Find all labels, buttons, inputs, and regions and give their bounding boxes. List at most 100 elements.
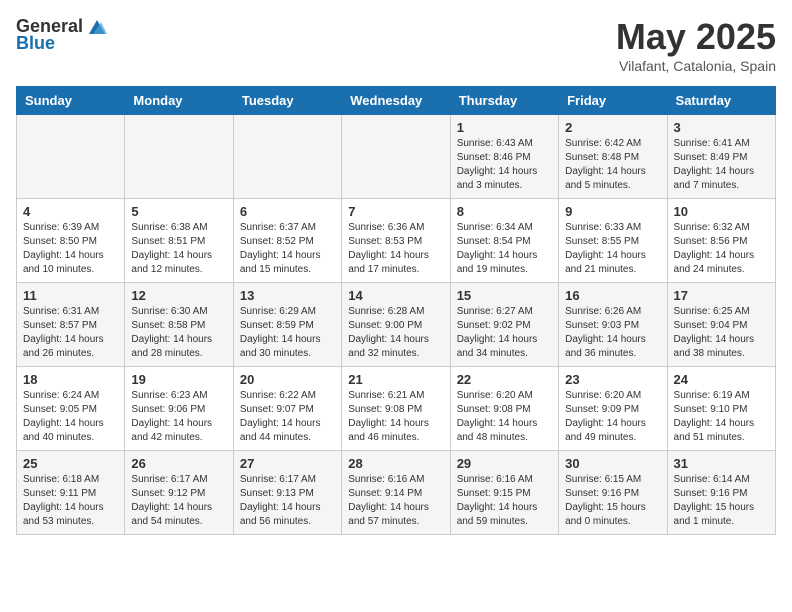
day-number: 21: [348, 372, 443, 387]
day-info: Sunrise: 6:23 AM Sunset: 9:06 PM Dayligh…: [131, 389, 226, 445]
day-info: Sunrise: 6:22 AM Sunset: 9:07 PM Dayligh…: [240, 389, 335, 445]
day-number: 30: [565, 456, 660, 471]
logo-blue-text: Blue: [16, 33, 55, 54]
day-info: Sunrise: 6:24 AM Sunset: 9:05 PM Dayligh…: [23, 389, 118, 445]
day-number: 1: [457, 120, 552, 135]
day-number: 26: [131, 456, 226, 471]
day-info: Sunrise: 6:29 AM Sunset: 8:59 PM Dayligh…: [240, 305, 335, 361]
calendar-cell: 16 Sunrise: 6:26 AM Sunset: 9:03 PM Dayli…: [559, 283, 667, 367]
day-info: Sunrise: 6:33 AM Sunset: 8:55 PM Dayligh…: [565, 221, 660, 277]
day-number: 27: [240, 456, 335, 471]
day-number: 18: [23, 372, 118, 387]
weekday-header-saturday: Saturday: [667, 87, 775, 115]
weekday-header-monday: Monday: [125, 87, 233, 115]
day-info: Sunrise: 6:21 AM Sunset: 9:08 PM Dayligh…: [348, 389, 443, 445]
calendar-cell: 9 Sunrise: 6:33 AM Sunset: 8:55 PM Daylig…: [559, 199, 667, 283]
day-info: Sunrise: 6:28 AM Sunset: 9:00 PM Dayligh…: [348, 305, 443, 361]
day-info: Sunrise: 6:42 AM Sunset: 8:48 PM Dayligh…: [565, 137, 660, 193]
weekday-header-row: SundayMondayTuesdayWednesdayThursdayFrid…: [17, 87, 776, 115]
calendar-cell: 14 Sunrise: 6:28 AM Sunset: 9:00 PM Dayli…: [342, 283, 450, 367]
logo-icon: [85, 18, 107, 36]
calendar-cell: 20 Sunrise: 6:22 AM Sunset: 9:07 PM Dayli…: [233, 367, 341, 451]
day-info: Sunrise: 6:37 AM Sunset: 8:52 PM Dayligh…: [240, 221, 335, 277]
title-block: May 2025 Vilafant, Catalonia, Spain: [616, 16, 776, 74]
calendar-table: SundayMondayTuesdayWednesdayThursdayFrid…: [16, 86, 776, 535]
day-info: Sunrise: 6:32 AM Sunset: 8:56 PM Dayligh…: [674, 221, 769, 277]
calendar-cell: 4Sunrise: 6:39 AM Sunset: 8:50 PM Daylig…: [17, 199, 125, 283]
calendar-cell: [125, 115, 233, 199]
day-number: 12: [131, 288, 226, 303]
day-info: Sunrise: 6:36 AM Sunset: 8:53 PM Dayligh…: [348, 221, 443, 277]
day-number: 19: [131, 372, 226, 387]
day-info: Sunrise: 6:18 AM Sunset: 9:11 PM Dayligh…: [23, 473, 118, 529]
calendar-cell: 1 Sunrise: 6:43 AM Sunset: 8:46 PM Daylig…: [450, 115, 558, 199]
day-info: Sunrise: 6:27 AM Sunset: 9:02 PM Dayligh…: [457, 305, 552, 361]
day-number: 9: [565, 204, 660, 219]
day-info: Sunrise: 6:34 AM Sunset: 8:54 PM Dayligh…: [457, 221, 552, 277]
day-number: 20: [240, 372, 335, 387]
calendar-cell: 7 Sunrise: 6:36 AM Sunset: 8:53 PM Daylig…: [342, 199, 450, 283]
day-number: 3: [674, 120, 769, 135]
calendar-cell: 25 Sunrise: 6:18 AM Sunset: 9:11 PM Dayli…: [17, 451, 125, 535]
day-info: Sunrise: 6:17 AM Sunset: 9:13 PM Dayligh…: [240, 473, 335, 529]
day-number: 29: [457, 456, 552, 471]
day-info: Sunrise: 6:17 AM Sunset: 9:12 PM Dayligh…: [131, 473, 226, 529]
day-number: 22: [457, 372, 552, 387]
calendar-week-row: 11 Sunrise: 6:31 AM Sunset: 8:57 PM Dayli…: [17, 283, 776, 367]
calendar-cell: 13 Sunrise: 6:29 AM Sunset: 8:59 PM Dayli…: [233, 283, 341, 367]
day-number: 4: [23, 204, 118, 219]
day-number: 5: [131, 204, 226, 219]
day-number: 31: [674, 456, 769, 471]
calendar-cell: 29 Sunrise: 6:16 AM Sunset: 9:15 PM Dayli…: [450, 451, 558, 535]
day-info: Sunrise: 6:26 AM Sunset: 9:03 PM Dayligh…: [565, 305, 660, 361]
calendar-cell: 27 Sunrise: 6:17 AM Sunset: 9:13 PM Dayli…: [233, 451, 341, 535]
day-number: 17: [674, 288, 769, 303]
day-number: 24: [674, 372, 769, 387]
day-info: Sunrise: 6:38 AM Sunset: 8:51 PM Dayligh…: [131, 221, 226, 277]
day-number: 15: [457, 288, 552, 303]
calendar-cell: 2 Sunrise: 6:42 AM Sunset: 8:48 PM Daylig…: [559, 115, 667, 199]
day-number: 7: [348, 204, 443, 219]
day-number: 23: [565, 372, 660, 387]
calendar-cell: [17, 115, 125, 199]
day-number: 13: [240, 288, 335, 303]
calendar-cell: 24 Sunrise: 6:19 AM Sunset: 9:10 PM Dayli…: [667, 367, 775, 451]
calendar-cell: 22Sunrise: 6:20 AM Sunset: 9:08 PM Dayli…: [450, 367, 558, 451]
weekday-header-friday: Friday: [559, 87, 667, 115]
day-number: 11: [23, 288, 118, 303]
day-info: Sunrise: 6:25 AM Sunset: 9:04 PM Dayligh…: [674, 305, 769, 361]
calendar-cell: [233, 115, 341, 199]
location-subtitle: Vilafant, Catalonia, Spain: [616, 58, 776, 74]
calendar-cell: 8Sunrise: 6:34 AM Sunset: 8:54 PM Daylig…: [450, 199, 558, 283]
weekday-header-thursday: Thursday: [450, 87, 558, 115]
calendar-cell: 23Sunrise: 6:20 AM Sunset: 9:09 PM Dayli…: [559, 367, 667, 451]
calendar-cell: 15 Sunrise: 6:27 AM Sunset: 9:02 PM Dayli…: [450, 283, 558, 367]
calendar-cell: 5 Sunrise: 6:38 AM Sunset: 8:51 PM Daylig…: [125, 199, 233, 283]
calendar-cell: 6 Sunrise: 6:37 AM Sunset: 8:52 PM Daylig…: [233, 199, 341, 283]
calendar-cell: 31 Sunrise: 6:14 AM Sunset: 9:16 PM Dayli…: [667, 451, 775, 535]
day-number: 2: [565, 120, 660, 135]
calendar-week-row: 25 Sunrise: 6:18 AM Sunset: 9:11 PM Dayli…: [17, 451, 776, 535]
day-info: Sunrise: 6:16 AM Sunset: 9:15 PM Dayligh…: [457, 473, 552, 529]
day-number: 25: [23, 456, 118, 471]
day-info: Sunrise: 6:16 AM Sunset: 9:14 PM Dayligh…: [348, 473, 443, 529]
calendar-cell: 21 Sunrise: 6:21 AM Sunset: 9:08 PM Dayli…: [342, 367, 450, 451]
day-info: Sunrise: 6:14 AM Sunset: 9:16 PM Dayligh…: [674, 473, 769, 529]
day-number: 28: [348, 456, 443, 471]
day-info: Sunrise: 6:30 AM Sunset: 8:58 PM Dayligh…: [131, 305, 226, 361]
calendar-cell: 30Sunrise: 6:15 AM Sunset: 9:16 PM Dayli…: [559, 451, 667, 535]
day-info: Sunrise: 6:19 AM Sunset: 9:10 PM Dayligh…: [674, 389, 769, 445]
day-number: 14: [348, 288, 443, 303]
month-title: May 2025: [616, 16, 776, 58]
day-info: Sunrise: 6:43 AM Sunset: 8:46 PM Dayligh…: [457, 137, 552, 193]
logo: General Blue: [16, 16, 107, 54]
weekday-header-sunday: Sunday: [17, 87, 125, 115]
day-number: 16: [565, 288, 660, 303]
calendar-cell: 19 Sunrise: 6:23 AM Sunset: 9:06 PM Dayli…: [125, 367, 233, 451]
calendar-cell: 11 Sunrise: 6:31 AM Sunset: 8:57 PM Dayli…: [17, 283, 125, 367]
calendar-cell: 26 Sunrise: 6:17 AM Sunset: 9:12 PM Dayli…: [125, 451, 233, 535]
day-number: 6: [240, 204, 335, 219]
page-header: General Blue May 2025 Vilafant, Cataloni…: [16, 16, 776, 74]
calendar-cell: 17 Sunrise: 6:25 AM Sunset: 9:04 PM Dayli…: [667, 283, 775, 367]
day-info: Sunrise: 6:31 AM Sunset: 8:57 PM Dayligh…: [23, 305, 118, 361]
